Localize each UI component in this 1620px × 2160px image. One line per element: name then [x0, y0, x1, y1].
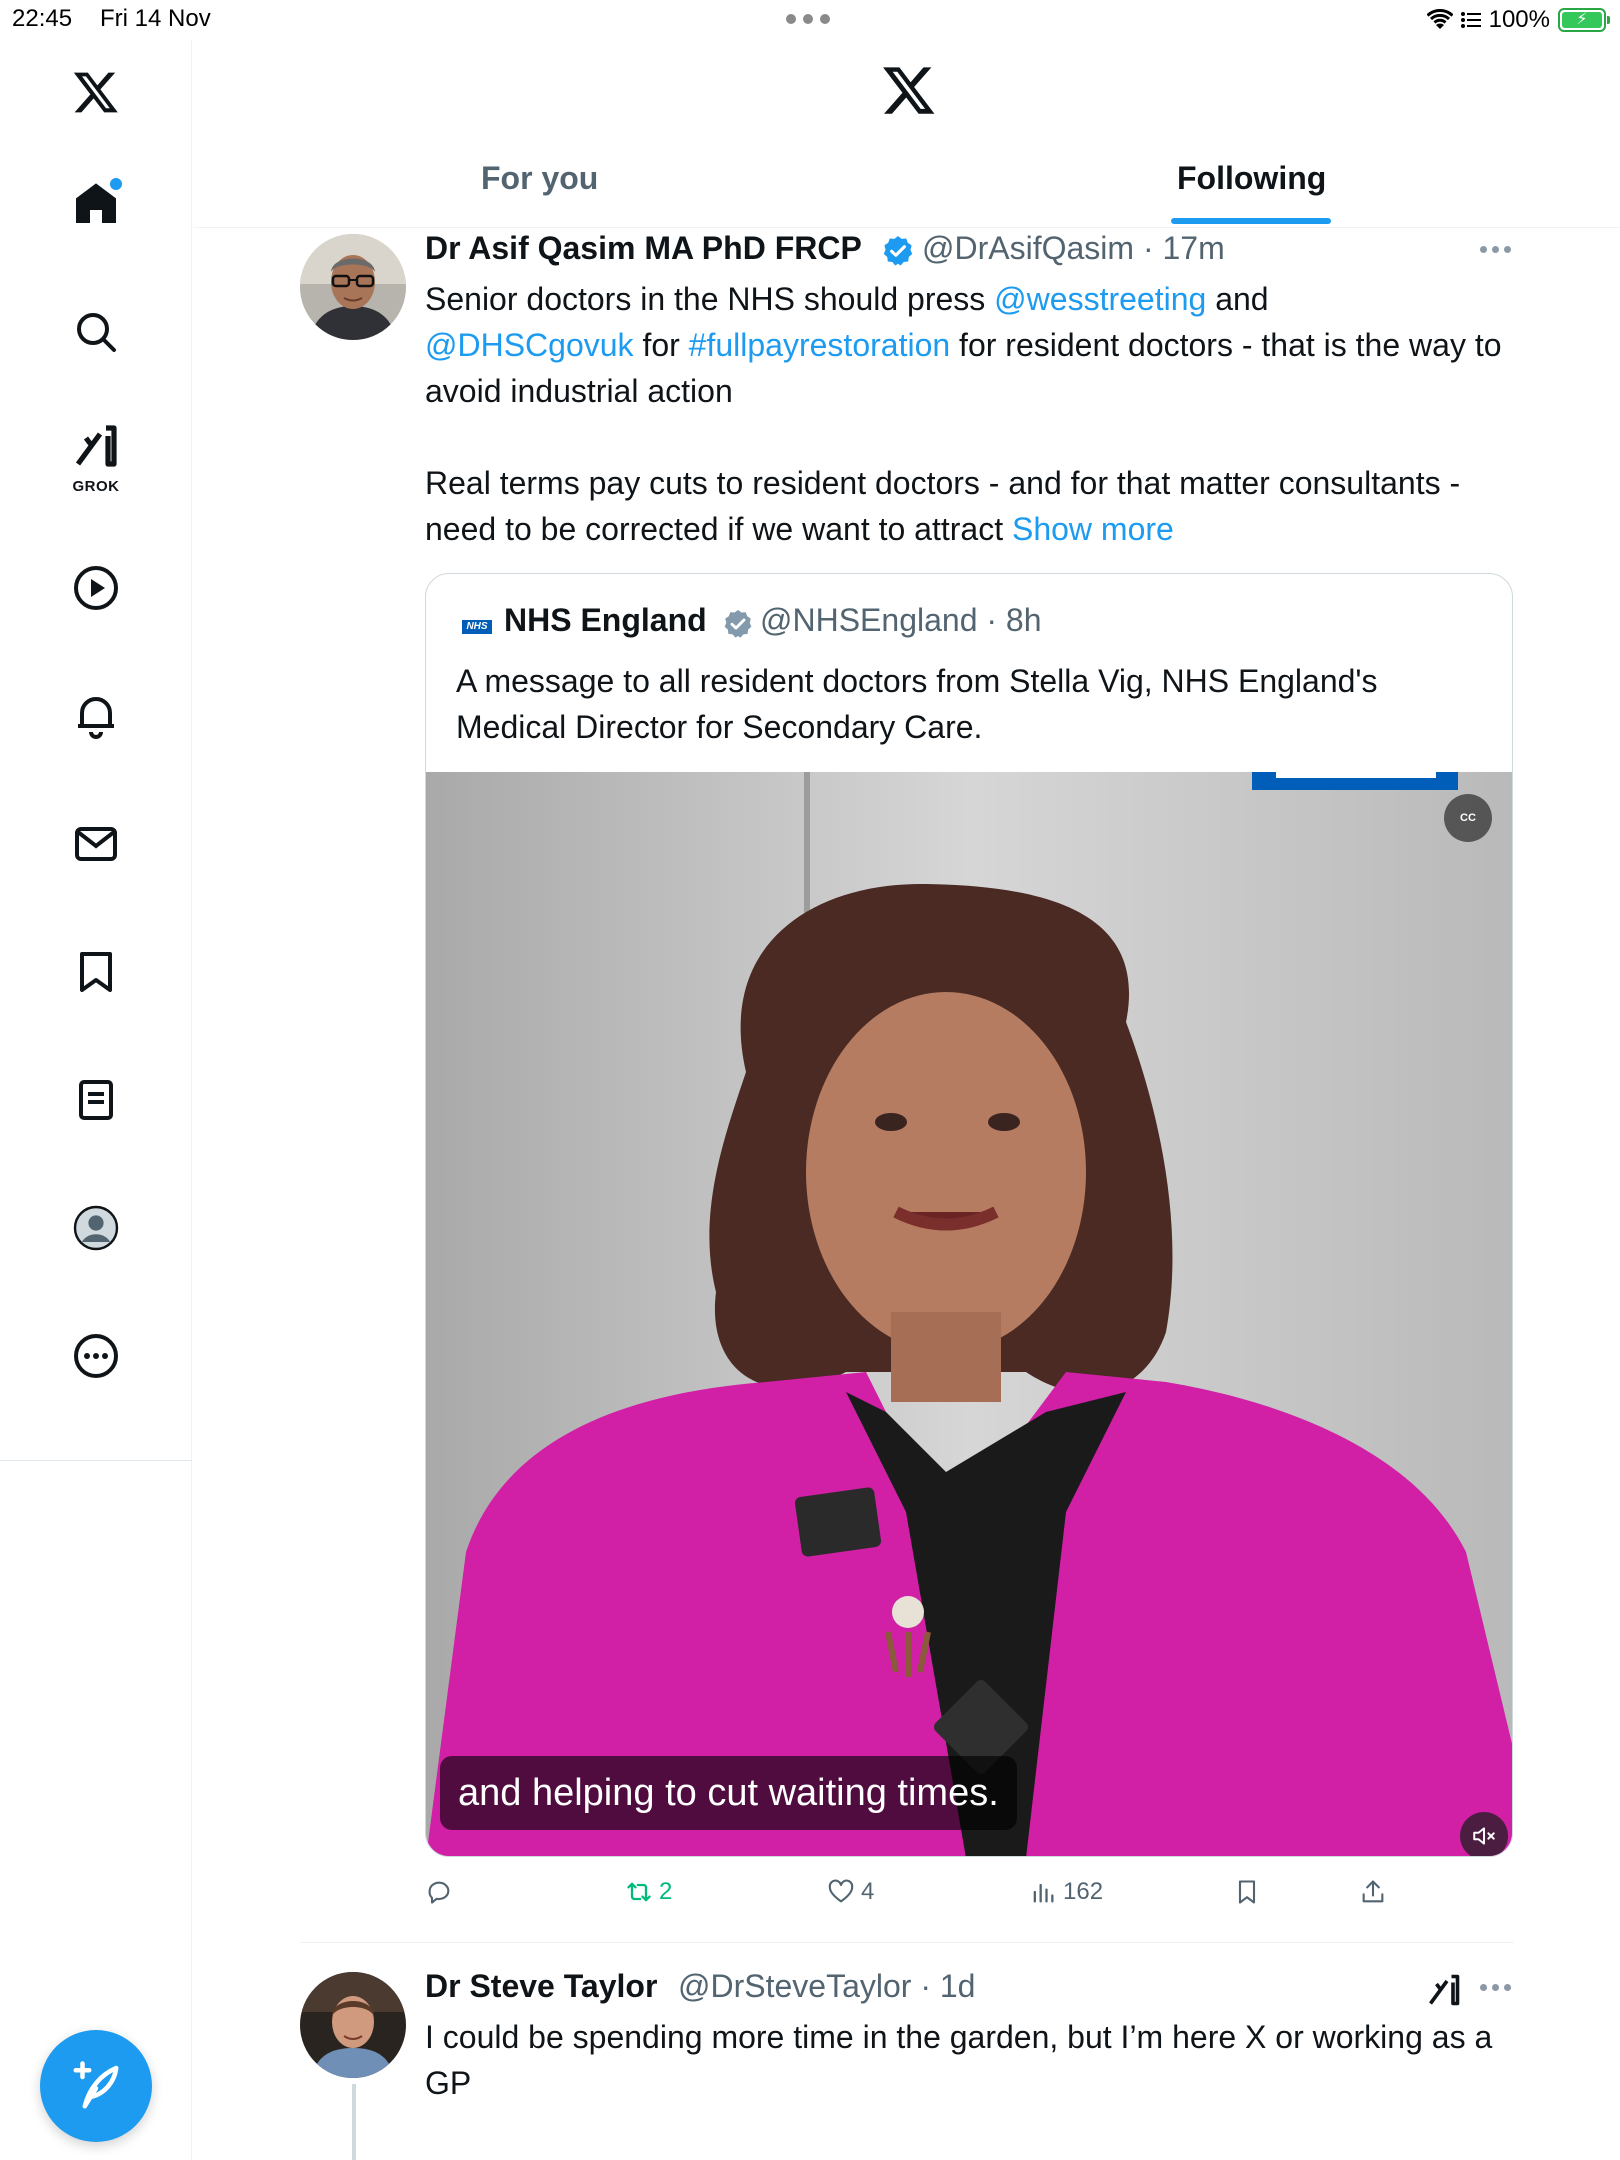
profile-icon — [73, 1205, 119, 1251]
status-indicators: 100% ⚡ — [1426, 5, 1610, 35]
like-button[interactable]: 4 — [827, 1870, 874, 1914]
heart-icon — [828, 1879, 854, 1903]
author-handle[interactable]: @DrSteveTaylor · 1d — [678, 1968, 975, 2005]
mention-link[interactable]: @DHSCgovuk — [425, 327, 634, 363]
sidebar-x-logo[interactable] — [66, 62, 126, 122]
analytics-icon — [1033, 1883, 1054, 1903]
sidebar-item-notifications[interactable] — [66, 686, 126, 746]
unmute-button[interactable] — [1460, 1812, 1508, 1856]
video-caption: and helping to cut waiting times. — [440, 1756, 1017, 1830]
retweet-button[interactable]: 2 — [625, 1870, 672, 1914]
author-name[interactable]: Dr Steve Taylor — [425, 1968, 657, 2005]
x-logo-icon[interactable] — [881, 62, 937, 118]
retweet-icon — [627, 1882, 651, 1902]
video-player[interactable]: CC and helping to cut waiting times. — [426, 772, 1512, 1856]
multitasking-dots-icon[interactable] — [786, 14, 830, 24]
tab-following[interactable]: Following — [1177, 160, 1326, 197]
more-options-icon[interactable] — [1480, 246, 1512, 254]
like-count: 4 — [861, 1878, 875, 1905]
post-time: 17m — [1162, 230, 1225, 266]
grok-label: GROK — [72, 478, 120, 495]
document-icon — [79, 1080, 113, 1120]
more-circle-icon — [74, 1334, 118, 1378]
tweet-actions: 2 4 162 — [425, 1870, 1515, 1914]
sidebar: GROK — [0, 40, 192, 2160]
hashtag-link[interactable]: #fullpayrestoration — [689, 327, 950, 363]
thread-line — [352, 2084, 356, 2160]
closed-captions-button[interactable]: CC — [1444, 794, 1492, 842]
grok-icon — [75, 425, 117, 467]
play-icon — [74, 566, 118, 610]
quoted-author-handle[interactable]: @NHSEngland · 8h — [760, 602, 1042, 639]
sidebar-item-video[interactable] — [66, 558, 126, 618]
tweet-text: Senior doctors in the NHS should press @… — [425, 281, 1502, 547]
wifi-icon — [1426, 9, 1453, 29]
timeline-header: For you Following — [193, 40, 1620, 228]
signal-icon — [1460, 12, 1481, 28]
tab-selected-indicator — [1171, 218, 1331, 224]
more-options-icon[interactable] — [1480, 1984, 1512, 1992]
sidebar-item-bookmarks[interactable] — [66, 942, 126, 1002]
quoted-tweet-text: A message to all resident doctors from S… — [456, 663, 1378, 745]
status-time: 22:45 — [12, 5, 73, 32]
share-icon — [1362, 1880, 1384, 1903]
verified-badge-icon — [883, 236, 913, 266]
search-icon — [77, 313, 116, 352]
bookmark-button[interactable] — [1233, 1870, 1261, 1914]
sidebar-divider — [0, 1460, 192, 1461]
mail-icon — [75, 827, 117, 861]
status-date: Fri 14 Nov — [100, 5, 211, 32]
sidebar-item-messages[interactable] — [66, 814, 126, 874]
tab-for-you[interactable]: For you — [481, 160, 598, 197]
views-button[interactable]: 162 — [1029, 1870, 1103, 1914]
share-button[interactable] — [1359, 1870, 1387, 1914]
x-logo-icon — [73, 72, 118, 113]
muted-speaker-icon — [1473, 1827, 1495, 1845]
quoted-author-name[interactable]: NHS England — [504, 602, 707, 639]
verified-org-badge-icon — [724, 610, 752, 638]
video-frame — [426, 772, 1512, 1856]
show-more-link[interactable]: Show more — [1012, 511, 1174, 547]
sidebar-item-grok[interactable]: GROK — [66, 422, 126, 512]
views-count: 162 — [1063, 1878, 1104, 1905]
nhs-avatar-logo[interactable]: NHS — [462, 620, 492, 634]
post-time: 1d — [939, 1968, 976, 2004]
bookmark-icon — [80, 952, 112, 992]
sidebar-item-profile[interactable] — [66, 1198, 126, 1258]
home-new-posts-dot — [110, 178, 122, 190]
sidebar-item-home[interactable] — [66, 174, 126, 234]
sidebar-item-articles[interactable] — [66, 1070, 126, 1130]
battery-percent: 100% — [1488, 6, 1550, 33]
sidebar-item-search[interactable] — [66, 302, 126, 362]
sidebar-item-more[interactable] — [66, 1326, 126, 1386]
bell-icon — [78, 697, 114, 739]
reply-icon — [428, 1881, 450, 1904]
battery-charging-icon: ⚡ — [1558, 8, 1610, 32]
author-handle[interactable]: @DrAsifQasim · 17m — [922, 230, 1225, 267]
reply-button[interactable] — [425, 1870, 459, 1914]
author-name[interactable]: Dr Asif Qasim MA PhD FRCP — [425, 230, 862, 267]
mention-link[interactable]: @wesstreeting — [994, 281, 1206, 317]
bookmark-icon — [1238, 1880, 1256, 1904]
grok-icon[interactable] — [1426, 1972, 1462, 2008]
avatar[interactable] — [300, 1972, 406, 2078]
avatar[interactable] — [300, 234, 406, 340]
compose-post-icon — [73, 2061, 119, 2109]
tweet-separator — [300, 1942, 1514, 1943]
quoted-tweet[interactable]: NHS NHS England @NHSEngland · 8h A messa… — [425, 573, 1513, 1857]
retweet-count: 2 — [659, 1878, 673, 1905]
tweet-text: I could be spending more time in the gar… — [425, 2019, 1493, 2101]
status-bar: 22:45 Fri 14 Nov 100% ⚡ — [0, 0, 1620, 40]
compose-post-button[interactable] — [40, 2030, 152, 2142]
